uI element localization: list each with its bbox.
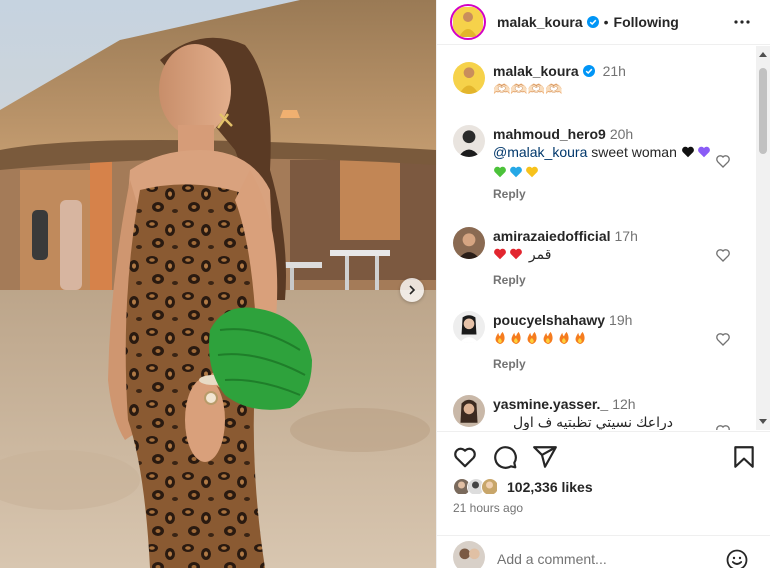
scrollbar-thumb[interactable] [759,68,767,154]
fire-icon [527,331,537,345]
avatar-image [453,227,485,259]
like-comment-icon[interactable] [715,331,731,347]
caption-avatar[interactable] [453,62,485,94]
post-panel: malak_koura • Following malak_koura 21h … [436,0,770,568]
commenter-avatar[interactable] [453,227,485,259]
commenter-username[interactable]: yasmine.yasser._ [493,396,608,412]
commenter-username[interactable]: poucyelshahawy [493,312,605,328]
more-dots-icon [734,20,750,24]
scroll-up-arrow-icon[interactable] [759,52,767,57]
add-comment-bar [437,535,770,568]
next-photo-button[interactable] [400,278,424,302]
post-photo[interactable] [0,0,436,568]
yellow-heart-icon [526,166,538,178]
share-icon[interactable] [532,444,558,470]
purple-heart-icon [697,146,710,158]
commenter-username[interactable]: amirazaiedofficial [493,228,611,244]
following-button[interactable]: Following [614,14,679,30]
post-timestamp[interactable]: 21 hours ago [453,501,523,515]
avatar-image [482,479,497,494]
emoji-picker-icon[interactable] [725,548,749,568]
fire-icon [575,331,585,345]
like-comment-icon[interactable] [715,247,731,263]
comments-scrollbar[interactable] [756,46,770,430]
comment-text: sweet woman [587,144,681,160]
commenter-avatar[interactable] [453,125,485,157]
likers-avatars [453,476,507,498]
green-heart-icon [494,166,506,178]
fire-icon [511,331,521,345]
avatar-image [453,125,485,157]
fire-icon [543,331,553,345]
more-options-button[interactable] [731,12,753,32]
scroll-down-arrow-icon[interactable] [759,419,767,424]
post-header: malak_koura • Following [437,0,770,45]
avatar-image [453,7,483,37]
blue-heart-icon [510,166,522,178]
likes-count[interactable]: 102,336 likes [507,479,593,495]
comment-text: دراعك نسيتي تظبتيه ف اول صورة يا [513,414,673,430]
caption-username[interactable]: malak_koura [493,63,579,79]
verified-badge-icon [582,65,595,77]
comment-icon[interactable] [492,444,518,470]
reply-button[interactable]: Reply [493,187,526,201]
caption-time[interactable]: 21h [603,63,626,79]
like-comment-icon[interactable] [715,423,731,430]
current-user-avatar [453,541,485,568]
liker-avatar [481,478,499,496]
like-comment-icon[interactable] [715,153,731,169]
author-username[interactable]: malak_koura [497,14,583,30]
add-comment-input[interactable] [497,551,697,567]
heart-icon[interactable] [452,444,478,470]
bookmark-icon[interactable] [731,444,757,470]
likes-summary[interactable]: 102,336 likes [453,476,593,498]
separator-dot: • [603,14,609,30]
comment-time[interactable]: 20h [610,126,633,142]
chevron-right-icon [409,285,416,295]
fire-icon [495,331,505,345]
avatar-image [453,541,485,568]
reply-button[interactable]: Reply [493,357,526,371]
commenter-avatar[interactable] [453,395,485,427]
comment-time[interactable]: 19h [609,312,632,328]
avatar-image [453,62,485,94]
comments-list[interactable]: malak_koura 21h 🫶🏻🫶🏻🫶🏻🫶🏻 mahmoud_hero9 20h… [437,46,770,430]
caption-text: 🫶🏻🫶🏻🫶🏻🫶🏻 [493,81,563,97]
mention-link[interactable]: @malak_koura [493,144,587,160]
author-avatar[interactable] [450,4,486,40]
comment-emojis [493,329,717,347]
comment-time[interactable]: 17h [615,228,638,244]
post-image [0,0,436,568]
commenter-username[interactable]: mahmoud_hero9 [493,126,606,142]
verified-badge-icon [586,16,599,28]
reply-button[interactable]: Reply [493,273,526,287]
avatar-image [453,311,485,343]
fire-icon [559,331,569,345]
red-heart-icon [510,248,522,260]
comment-time[interactable]: 12h [612,396,635,412]
commenter-avatar[interactable] [453,311,485,343]
avatar-image [453,395,485,427]
red-heart-icon [494,248,506,260]
black-heart-icon [681,146,694,158]
comment-text: قمر [528,246,552,262]
